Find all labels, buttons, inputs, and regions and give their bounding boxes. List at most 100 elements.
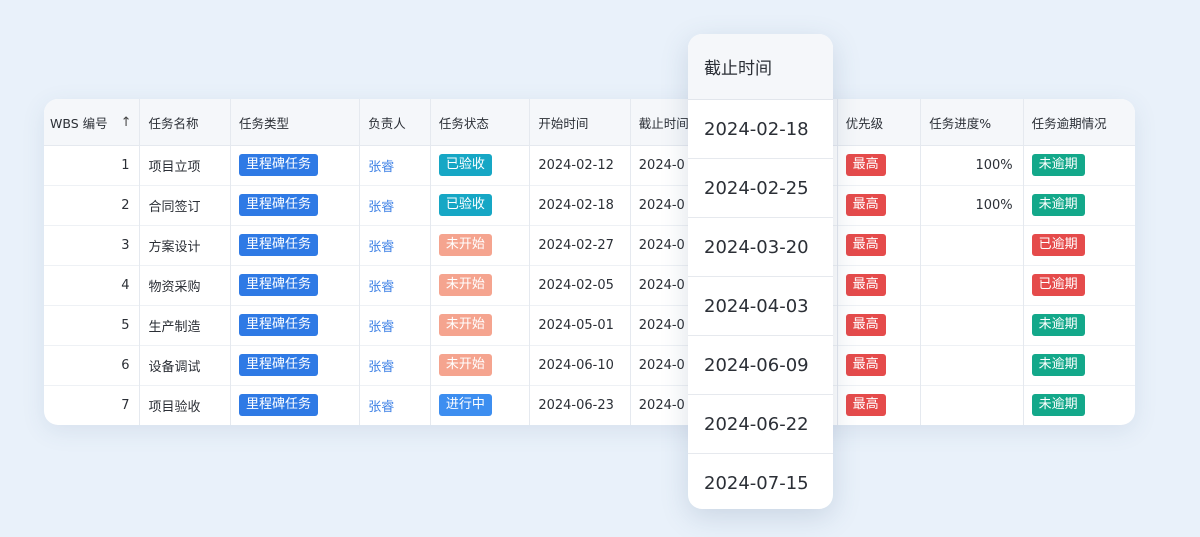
status-tag[interactable]: 未开始 [438,234,492,256]
progress-cell[interactable] [921,225,1024,265]
owner-link[interactable]: 张睿 [368,236,394,255]
priority-cell: 最高 [838,185,922,225]
table-row[interactable]: 6 设备调试 里程碑任务 张睿 未开始 2024-06-10 2024-0 最高 未逾期 [44,345,1135,386]
priority-tag[interactable]: 最高 [845,354,886,376]
status-cell: 未开始 [431,265,531,305]
overdue-cell: 未逾期 [1024,145,1135,185]
status-tag[interactable]: 已验收 [438,194,492,216]
task-type-tag[interactable]: 里程碑任务 [239,354,319,376]
status-tag[interactable]: 未开始 [438,274,492,296]
progress-cell[interactable] [921,265,1024,305]
start-time-cell[interactable]: 2024-02-18 [530,185,631,225]
deadline-option[interactable]: 2024-06-09 [688,336,833,395]
arrow-up-icon[interactable]: ↑ [121,115,132,130]
priority-tag[interactable]: 最高 [845,194,886,216]
start-time-cell[interactable]: 2024-06-23 [530,385,631,425]
wbs-cell: 3 [44,225,141,265]
priority-tag[interactable]: 最高 [845,394,886,416]
wbs-cell: 2 [44,185,141,225]
column-header-priority[interactable]: 优先级 [838,99,922,145]
status-cell: 进行中 [431,385,531,425]
deadline-option[interactable]: 2024-06-22 [688,395,833,454]
task-type-tag[interactable]: 里程碑任务 [239,274,319,296]
column-header-task-name[interactable]: 任务名称 [140,99,231,145]
status-cell: 未开始 [431,305,531,345]
progress-cell[interactable] [921,345,1024,385]
overdue-tag[interactable]: 未逾期 [1031,394,1085,416]
status-tag[interactable]: 进行中 [438,394,492,416]
status-cell: 已验收 [431,185,531,225]
column-header-wbs[interactable]: WBS 编号 ↑ [44,99,141,145]
task-type-tag[interactable]: 里程碑任务 [239,314,319,336]
progress-cell[interactable]: 100% [921,185,1024,225]
table-row[interactable]: 2 合同签订 里程碑任务 张睿 已验收 2024-02-18 2024-0 最高 100% 未逾期 [44,185,1135,226]
owner-cell: 张睿 [360,265,431,305]
start-time-cell[interactable]: 2024-05-01 [530,305,631,345]
column-header-task-type[interactable]: 任务类型 [231,99,361,145]
table-row[interactable]: 7 项目验收 里程碑任务 张睿 进行中 2024-06-23 2024-0 最高 未逾期 [44,385,1135,425]
priority-tag[interactable]: 最高 [845,234,886,256]
priority-tag[interactable]: 最高 [845,154,886,176]
deadline-option[interactable]: 2024-02-25 [688,159,833,218]
owner-cell: 张睿 [360,185,431,225]
overdue-tag[interactable]: 已逾期 [1031,274,1085,296]
status-cell: 未开始 [431,225,531,265]
start-time-cell[interactable]: 2024-02-05 [530,265,631,305]
column-header-status[interactable]: 任务状态 [431,99,531,145]
progress-cell[interactable] [921,305,1024,345]
overdue-cell: 未逾期 [1024,385,1135,425]
task-type-tag[interactable]: 里程碑任务 [239,234,319,256]
column-header-start-time[interactable]: 开始时间 [530,99,631,145]
owner-link[interactable]: 张睿 [368,156,394,175]
task-name-cell[interactable]: 方案设计 [140,225,231,265]
overdue-tag[interactable]: 未逾期 [1031,314,1085,336]
overdue-tag[interactable]: 已逾期 [1031,234,1085,256]
task-name-cell[interactable]: 设备调试 [140,345,231,385]
task-name-cell[interactable]: 项目立项 [140,145,231,185]
task-type-cell: 里程碑任务 [231,145,361,185]
column-header-overdue[interactable]: 任务逾期情况 [1024,99,1135,145]
owner-link[interactable]: 张睿 [368,276,394,295]
task-name-cell[interactable]: 合同签订 [140,185,231,225]
table-row[interactable]: 3 方案设计 里程碑任务 张睿 未开始 2024-02-27 2024-0 最高 已逾期 [44,225,1135,266]
task-name-cell[interactable]: 物资采购 [140,265,231,305]
task-type-tag[interactable]: 里程碑任务 [239,394,319,416]
start-time-cell[interactable]: 2024-02-27 [530,225,631,265]
overdue-tag[interactable]: 未逾期 [1031,354,1085,376]
owner-link[interactable]: 张睿 [368,196,394,215]
deadline-option[interactable]: 2024-07-15 [688,454,833,509]
start-time-cell[interactable]: 2024-06-10 [530,345,631,385]
start-time-cell[interactable]: 2024-02-12 [530,145,631,185]
table-row[interactable]: 1 项目立项 里程碑任务 张睿 已验收 2024-02-12 2024-0 最高 100% 未逾期 [44,145,1135,186]
task-type-cell: 里程碑任务 [231,385,361,425]
priority-tag[interactable]: 最高 [845,314,886,336]
owner-cell: 张睿 [360,345,431,385]
column-header-progress[interactable]: 任务进度% [921,99,1024,145]
table-row[interactable]: 5 生产制造 里程碑任务 张睿 未开始 2024-05-01 2024-0 最高 未逾期 [44,305,1135,346]
owner-link[interactable]: 张睿 [368,396,394,415]
overdue-tag[interactable]: 未逾期 [1031,194,1085,216]
deadline-option[interactable]: 2024-02-18 [688,100,833,159]
progress-cell[interactable] [921,385,1024,425]
task-type-tag[interactable]: 里程碑任务 [239,154,319,176]
status-tag[interactable]: 未开始 [438,314,492,336]
priority-tag[interactable]: 最高 [845,274,886,296]
owner-cell: 张睿 [360,145,431,185]
deadline-option[interactable]: 2024-03-20 [688,218,833,277]
task-name-cell[interactable]: 生产制造 [140,305,231,345]
deadline-option[interactable]: 2024-04-03 [688,277,833,336]
task-name-cell[interactable]: 项目验收 [140,385,231,425]
status-tag[interactable]: 未开始 [438,354,492,376]
column-header-owner[interactable]: 负责人 [360,99,431,145]
task-type-tag[interactable]: 里程碑任务 [239,194,319,216]
status-tag[interactable]: 已验收 [438,154,492,176]
owner-link[interactable]: 张睿 [368,316,394,335]
progress-cell[interactable]: 100% [921,145,1024,185]
owner-link[interactable]: 张睿 [368,356,394,375]
table-row[interactable]: 4 物资采购 里程碑任务 张睿 未开始 2024-02-05 2024-0 最高 已逾期 [44,265,1135,306]
wbs-cell: 7 [44,385,141,425]
priority-cell: 最高 [838,225,922,265]
priority-cell: 最高 [838,385,922,425]
owner-cell: 张睿 [360,385,431,425]
overdue-tag[interactable]: 未逾期 [1031,154,1085,176]
